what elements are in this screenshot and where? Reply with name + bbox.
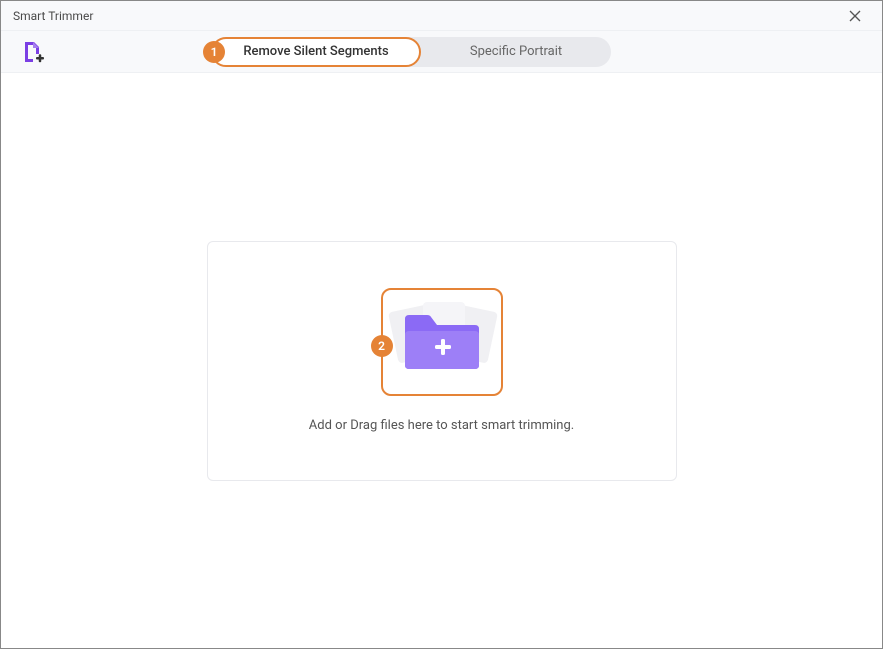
add-file-button[interactable]	[21, 40, 45, 64]
toolbar: 1 Remove Silent Segments Specific Portra…	[1, 31, 882, 73]
window-title: Smart Trimmer	[13, 9, 93, 23]
tab-group: 1 Remove Silent Segments Specific Portra…	[211, 37, 611, 67]
callout-step-1: 1	[203, 41, 225, 63]
tab-label: Specific Portrait	[470, 44, 562, 59]
toolbar-left	[21, 40, 211, 64]
dropzone-target[interactable]: 2	[381, 288, 503, 396]
close-icon	[849, 10, 861, 22]
titlebar: Smart Trimmer	[1, 1, 882, 31]
document-plus-icon	[21, 40, 45, 64]
dropzone-instruction: Add or Drag files here to start smart tr…	[309, 418, 574, 433]
tab-remove-silent-segments[interactable]: 1 Remove Silent Segments	[211, 37, 421, 67]
close-button[interactable]	[840, 1, 870, 31]
folder-plus-icon	[403, 313, 481, 371]
tab-label: Remove Silent Segments	[243, 44, 388, 59]
callout-step-2: 2	[371, 335, 393, 357]
tab-specific-portrait[interactable]: Specific Portrait	[421, 37, 611, 67]
main-content: 2 Add or Drag files here to start smart …	[1, 73, 882, 648]
dropzone[interactable]: 2 Add or Drag files here to start smart …	[207, 241, 677, 481]
smart-trimmer-window: Smart Trimmer 1 Remove Silent	[0, 0, 883, 649]
